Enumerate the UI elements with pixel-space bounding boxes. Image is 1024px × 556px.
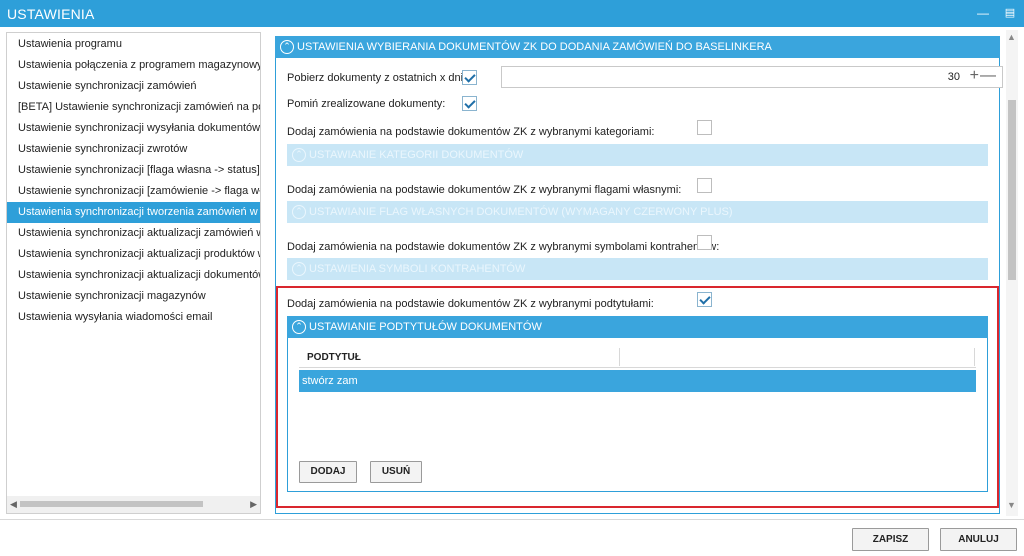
collapse-chevron-icon[interactable]: ⌃ (280, 40, 294, 54)
title-bar: USTAWIENIA — ▤ (0, 0, 1024, 27)
footer-bar: ZAPISZ ANULUJ (0, 519, 1024, 556)
categories-checkbox[interactable] (697, 120, 712, 135)
scroll-down-icon[interactable]: ▼ (1007, 500, 1016, 510)
nav-item-update-products[interactable]: Ustawienia synchronizacji aktualizacji p… (7, 244, 260, 265)
subtitles-grid: PODTYTUŁ stwórz zam (299, 346, 976, 394)
scroll-right-icon[interactable]: ▶ (250, 499, 257, 510)
decrement-icon[interactable]: — (980, 67, 996, 85)
nav-item-orders-sync[interactable]: Ustawienie synchronizacji zamówień (7, 76, 260, 97)
categories-section-title: USTAWIANIE KATEGORII DOKUMENTÓW (309, 149, 524, 161)
symbols-section-title: USTAWIENIA SYMBOLI KONTRAHENTÓW (309, 263, 526, 275)
flags-section-title: USTAWIANIE FLAG WŁASNYCH DOKUMENTÓW (WYM… (309, 206, 733, 218)
flags-section-header: ⌃ USTAWIANIE FLAG WŁASNYCH DOKUMENTÓW (W… (287, 201, 988, 223)
symbols-checkbox[interactable] (697, 235, 712, 250)
subtitles-chevron-icon[interactable]: ⌃ (292, 320, 306, 334)
flags-checkbox[interactable] (697, 178, 712, 193)
nav-item-update-orders[interactable]: Ustawienia synchronizacji aktualizacji z… (7, 223, 260, 244)
nav-item-update-documents[interactable]: Ustawienia synchronizacji aktualizacji d… (7, 265, 260, 286)
grid-header: PODTYTUŁ (299, 346, 976, 368)
nav-item-flag-status[interactable]: Ustawienie synchronizacji [flaga własna … (7, 160, 260, 181)
vertical-scroll-thumb[interactable] (1008, 100, 1016, 280)
table-row[interactable]: stwórz zam (299, 370, 976, 392)
fetch-days-input[interactable]: 30 + — (501, 66, 1003, 88)
subtitles-section-header[interactable]: ⌃ USTAWIANIE PODTYTUŁÓW DOKUMENTÓW (287, 316, 988, 338)
fetch-days-checkbox[interactable] (462, 70, 477, 85)
nav-item-beta-orders-sync[interactable]: [BETA] Ustawienie synchronizacji zamówie… (7, 97, 260, 118)
maximize-icon[interactable]: ▤ (1003, 6, 1017, 20)
symbols-section-header: ⌃ USTAWIENIA SYMBOLI KONTRAHENTÓW (287, 258, 988, 280)
nav-item-warehouses[interactable]: Ustawienie synchronizacji magazynów (7, 286, 260, 307)
nav-item-program[interactable]: Ustawienia programu (7, 34, 260, 55)
nav-item-email[interactable]: Ustawienia wysyłania wiadomości email (7, 307, 260, 328)
column-separator (619, 348, 620, 366)
skip-realized-checkbox[interactable] (462, 96, 477, 111)
subtitles-checkbox[interactable] (697, 292, 712, 307)
section-title: USTAWIENIA WYBIERANIA DOKUMENTÓW ZK DO D… (297, 41, 772, 53)
scroll-up-icon[interactable]: ▲ (1007, 32, 1016, 42)
symbols-chevron-icon: ⌃ (292, 262, 306, 276)
subtitles-label: Dodaj zamówienia na podstawie dokumentów… (287, 298, 654, 310)
cancel-button[interactable]: ANULUJ (940, 528, 1017, 551)
settings-nav: Ustawienia programu Ustawienia połączeni… (6, 32, 261, 514)
flags-chevron-icon: ⌃ (292, 205, 306, 219)
nav-item-documents-sending[interactable]: Ustawienie synchronizacji wysyłania doku… (7, 118, 260, 139)
nav-item-connection[interactable]: Ustawienia połączenia z programem magazy… (7, 55, 260, 76)
flags-label: Dodaj zamówienia na podstawie dokumentów… (287, 184, 682, 196)
fetch-days-label: Pobierz dokumenty z ostatnich x dni: (287, 72, 467, 84)
categories-label: Dodaj zamówienia na podstawie dokumentów… (287, 126, 655, 138)
scroll-left-icon[interactable]: ◀ (10, 499, 17, 510)
settings-content: ⌃ USTAWIENIA WYBIERANIA DOKUMENTÓW ZK DO… (264, 30, 1018, 516)
section-header[interactable]: ⌃ USTAWIENIA WYBIERANIA DOKUMENTÓW ZK DO… (275, 36, 1000, 58)
nav-item-order-flag[interactable]: Ustawienie synchronizacji [zamówienie ->… (7, 181, 260, 202)
categories-section-header: ⌃ USTAWIANIE KATEGORII DOKUMENTÓW (287, 144, 988, 166)
symbols-label: Dodaj zamówienia na podstawie dokumentów… (287, 241, 720, 253)
nav-item-returns[interactable]: Ustawienie synchronizacji zwrotów (7, 139, 260, 160)
increment-icon[interactable]: + (970, 67, 979, 85)
settings-section-panel: ⌃ USTAWIENIA WYBIERANIA DOKUMENTÓW ZK DO… (275, 36, 1003, 514)
minimize-icon[interactable]: — (976, 6, 990, 20)
subtitles-section-title: USTAWIANIE PODTYTUŁÓW DOKUMENTÓW (309, 321, 542, 333)
scroll-thumb[interactable] (20, 501, 203, 507)
subtitles-panel: PODTYTUŁ stwórz zam DODAJ USUŃ (287, 338, 988, 492)
nav-item-create-orders[interactable]: Ustawienia synchronizacji tworzenia zamó… (7, 202, 260, 223)
horizontal-scrollbar[interactable]: ◀ ▶ (7, 496, 260, 513)
add-button[interactable]: DODAJ (299, 461, 357, 483)
remove-button[interactable]: USUŃ (370, 461, 422, 483)
skip-realized-label: Pomiń zrealizowane dokumenty: (287, 98, 446, 110)
window-title: USTAWIENIA (7, 6, 95, 22)
save-button[interactable]: ZAPISZ (852, 528, 929, 551)
vertical-scrollbar[interactable]: ▲ ▼ (1006, 30, 1018, 516)
fetch-days-value: 30 (947, 71, 960, 83)
column-separator (974, 348, 975, 366)
categories-chevron-icon: ⌃ (292, 148, 306, 162)
column-header-subtitle[interactable]: PODTYTUŁ (307, 352, 361, 363)
